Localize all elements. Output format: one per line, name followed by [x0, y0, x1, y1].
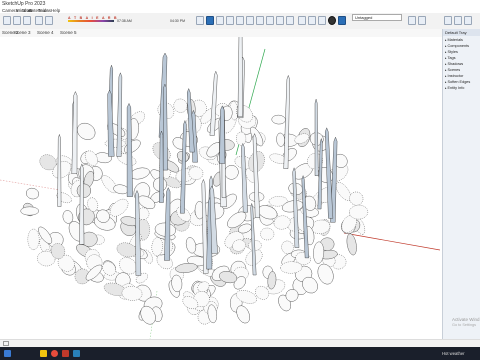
leaf-shape — [349, 191, 364, 206]
eraser-icon[interactable] — [35, 16, 43, 25]
back-view-icon[interactable] — [276, 16, 284, 25]
leaf-shape — [260, 227, 275, 241]
start-icon[interactable] — [4, 350, 11, 357]
plant-stalk — [219, 105, 226, 164]
file-explorer-icon[interactable] — [40, 350, 47, 357]
leaf-shape — [346, 233, 357, 256]
plant-stalk — [159, 130, 164, 203]
shadow-gradient[interactable] — [68, 20, 114, 22]
weather-status: Hot weather — [442, 351, 465, 356]
select-tool-icon[interactable] — [3, 16, 11, 25]
tray-item-styles[interactable]: ▸Styles — [443, 50, 480, 55]
monochrome-icon[interactable] — [338, 16, 346, 25]
expand-arrow-icon: ▸ — [445, 80, 447, 84]
leaf-shape — [20, 206, 40, 216]
expand-arrow-icon: ▸ — [445, 50, 447, 54]
sketchup-taskbar-icon[interactable] — [62, 350, 69, 357]
default-tray: Default Tray ▸Materials ▸Components ▸Sty… — [442, 29, 480, 339]
tray-item-shadows[interactable]: ▸Shadows — [443, 62, 480, 67]
plant-stalk — [116, 72, 123, 157]
tab-scene-4[interactable]: Scene 4 — [37, 30, 54, 35]
leaf-shape — [27, 228, 40, 250]
plant-stalk — [57, 133, 62, 207]
hidden-line-icon[interactable] — [318, 16, 326, 25]
paint-icon[interactable] — [45, 16, 53, 25]
model-canvas — [0, 37, 441, 339]
plant-stalk — [314, 98, 319, 176]
tray-item-tags[interactable]: ▸Tags — [443, 56, 480, 61]
tray-item-scenes[interactable]: ▸Scenes — [443, 68, 480, 73]
undo-icon[interactable] — [13, 16, 21, 25]
leaf-shape — [224, 165, 239, 180]
tray-item-materials[interactable]: ▸Materials — [443, 38, 480, 43]
expand-arrow-icon: ▸ — [445, 86, 447, 90]
active-tag-select[interactable]: Untagged — [352, 14, 402, 21]
shadow-time-end: 04:30 PM — [170, 19, 185, 23]
tray-toggle-icon[interactable] — [444, 16, 452, 25]
expand-arrow-icon: ▸ — [445, 74, 447, 78]
front-view-icon[interactable] — [256, 16, 264, 25]
tab-scene-5[interactable]: Scene 5 — [60, 30, 77, 35]
iso-view-icon[interactable] — [236, 16, 244, 25]
tray-item-entity-info[interactable]: ▸Entity Info — [443, 86, 480, 91]
tag-tool-icon[interactable] — [408, 16, 416, 25]
orbit-icon[interactable] — [196, 16, 204, 25]
tray-item-components[interactable]: ▸Components — [443, 44, 480, 49]
leaf-shape — [25, 187, 40, 200]
chrome-icon[interactable] — [51, 350, 58, 357]
left-view-icon[interactable] — [286, 16, 294, 25]
plant-stalk — [237, 37, 243, 118]
pan-icon[interactable] — [206, 16, 214, 25]
activation-watermark: Activate Wind — [452, 317, 480, 322]
plant-stalk — [79, 163, 85, 245]
tray-panel-icon[interactable] — [454, 16, 462, 25]
leaf-shape — [77, 122, 96, 140]
plant-stalk — [162, 83, 168, 171]
zoom-icon[interactable] — [216, 16, 224, 25]
tray-item-instructor[interactable]: ▸Instructor — [443, 74, 480, 79]
expand-arrow-icon: ▸ — [445, 44, 447, 48]
model-viewport[interactable] — [0, 37, 442, 339]
app-icon[interactable] — [73, 350, 80, 357]
layer-icon[interactable] — [418, 16, 426, 25]
expand-arrow-icon: ▸ — [445, 68, 447, 72]
zoom-extents-icon[interactable] — [226, 16, 234, 25]
top-view-icon[interactable] — [246, 16, 254, 25]
windows-taskbar: Hot weather — [0, 347, 480, 360]
leaf-shape — [175, 263, 198, 273]
title-bar: SketchUp Pro 2023 — [0, 0, 480, 7]
info-icon[interactable] — [3, 341, 9, 346]
plant-stalk — [107, 89, 115, 157]
shaded-icon[interactable] — [328, 16, 336, 25]
red-axis — [343, 232, 441, 251]
wireframe-icon[interactable] — [308, 16, 316, 25]
tray-item-soften-edges[interactable]: ▸Soften Edges — [443, 80, 480, 85]
expand-arrow-icon: ▸ — [445, 38, 447, 42]
tray-title: Default Tray — [443, 29, 480, 36]
tab-scene-3[interactable]: Scene 3 — [14, 30, 31, 35]
shadow-time-start: 07:38 AM — [117, 19, 132, 23]
leaf-shape — [271, 114, 286, 125]
plant-stalk — [179, 119, 187, 214]
redo-icon[interactable] — [23, 16, 31, 25]
expand-arrow-icon: ▸ — [445, 56, 447, 60]
right-view-icon[interactable] — [266, 16, 274, 25]
activation-watermark-sub: Go to Settings — [452, 323, 477, 327]
xray-icon[interactable] — [298, 16, 306, 25]
leaf-shape — [104, 138, 126, 148]
tray-settings-icon[interactable] — [464, 16, 472, 25]
expand-arrow-icon: ▸ — [445, 62, 447, 66]
plant-stalk — [252, 133, 261, 218]
plant-stalk — [241, 142, 249, 213]
